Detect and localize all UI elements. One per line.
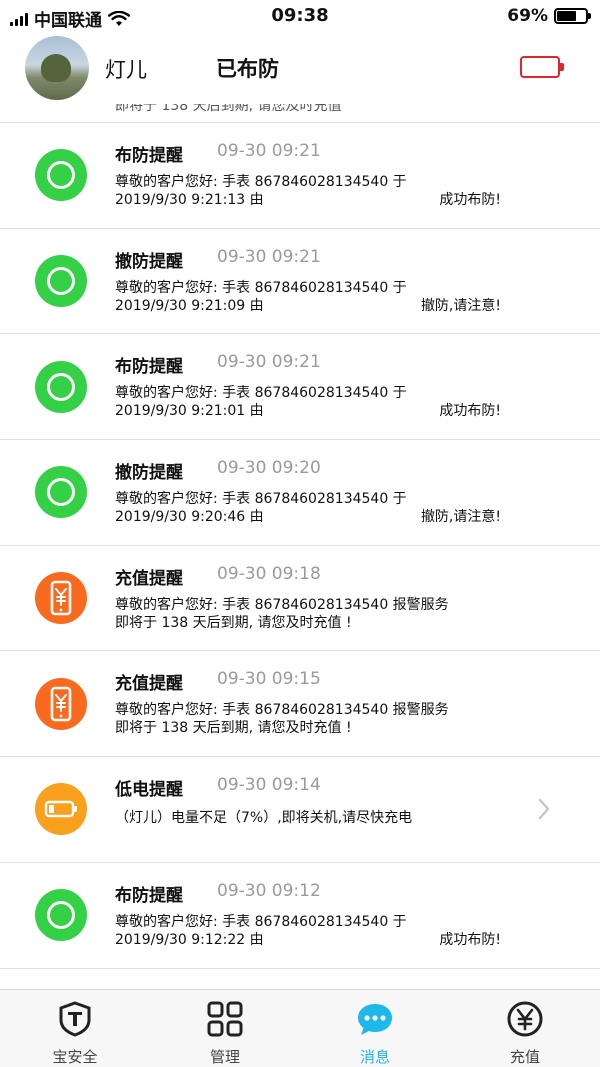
message-item-recharge[interactable]: 充值提醒 09-30 09:18 尊敬的客户您好: 手表 8678460281345… bbox=[0, 546, 600, 652]
message-body: （灯儿）电量不足（7%）,即将关机,请尽快充电 bbox=[115, 809, 515, 827]
message-title: 布防提醒 bbox=[115, 146, 183, 166]
tab-recharge[interactable]: 充值 bbox=[450, 990, 600, 1067]
check-circle-icon bbox=[35, 360, 87, 413]
list-item-partial: 即将于 138 天后到期, 请您及时充值 bbox=[0, 104, 600, 123]
message-line-2-end: 撤防,请注意! bbox=[420, 509, 501, 526]
tab-label: 管理 bbox=[209, 1048, 240, 1066]
message-line-2-end: 成功布防! bbox=[439, 403, 501, 420]
message-line-1: 尊敬的客户您好: 手表 867846028134540 于 bbox=[115, 174, 407, 190]
chevron-right-icon[interactable] bbox=[537, 797, 551, 821]
message-line-2: 即将于 138 天后到期, 请您及时充值 ! bbox=[115, 719, 515, 737]
message-line-2-end: 撤防,请注意! bbox=[420, 297, 501, 314]
message-line-2-end: 成功布防! bbox=[439, 931, 501, 948]
message-time: 09-30 09:18 bbox=[217, 563, 321, 584]
battery-low-icon bbox=[520, 56, 564, 78]
message-line-1: 尊敬的客户您好: 手表 867846028134540 于 bbox=[115, 491, 407, 508]
message-title: 充值提醒 bbox=[115, 674, 183, 695]
message-list[interactable]: 即将于 138 天后到期, 请您及时充值 布防提醒 09-30 09:21 尊敬的客… bbox=[0, 104, 600, 989]
message-line-2: 即将于 138 天后到期, 请您及时充值 ! bbox=[115, 614, 515, 632]
partial-item-text: 即将于 138 天后到期, 请您及时充值 bbox=[115, 104, 342, 114]
message-line-1: （灯儿）电量不足（7%）,即将关机,请尽快充电 bbox=[115, 810, 413, 827]
shield-icon bbox=[59, 1001, 91, 1037]
tab-manage[interactable]: 管理 bbox=[150, 990, 300, 1067]
message-line-2: 2019/9/30 9:21:13 由 成功布防! bbox=[115, 191, 515, 209]
message-item-arm[interactable]: 布防提醒 09-30 09:12 尊敬的客户您好: 手表 8678460281345… bbox=[0, 863, 600, 969]
message-item-disarm[interactable]: 撤防提醒09-30 09:12 bbox=[0, 969, 600, 990]
message-title: 布防提醒 bbox=[115, 885, 183, 906]
phone-yuan-icon bbox=[35, 677, 87, 730]
message-body: 尊敬的客户您好: 手表 867846028134540 于 2019/9/30 9… bbox=[115, 279, 515, 315]
message-title: 撤防提醒 bbox=[115, 463, 183, 484]
message-line-2: 2019/9/30 9:12:22 由 成功布防! bbox=[115, 931, 515, 949]
message-time: 09-30 09:15 bbox=[217, 669, 321, 690]
phone-yuan-icon bbox=[35, 572, 87, 625]
message-line-2-start: 2019/9/30 9:21:01 由 bbox=[115, 403, 264, 420]
status-bar-right: 69% bbox=[507, 6, 591, 26]
message-line-2-start: 2019/9/30 9:21:09 由 bbox=[115, 297, 264, 314]
message-body: 尊敬的客户您好: 手表 867846028134540 于 2019/9/30 9… bbox=[115, 913, 515, 949]
grid-icon bbox=[207, 1001, 243, 1037]
message-line-1: 尊敬的客户您好: 手表 867846028134540 于 bbox=[115, 913, 407, 930]
message-line-1: 尊敬的客户您好: 手表 867846028134540 于 bbox=[115, 385, 407, 402]
tab-label: 充值 bbox=[509, 1048, 540, 1066]
message-line-2-start: 即将于 138 天后到期, 请您及时充值 ! bbox=[115, 614, 352, 631]
message-time: 09-30 09:12 bbox=[217, 880, 321, 901]
message-line-2: 2019/9/30 9:20:46 由 撤防,请注意! bbox=[115, 508, 515, 526]
message-body: 尊敬的客户您好: 手表 867846028134540 于 2019/9/30 9… bbox=[115, 384, 515, 420]
status-bar: 中国联通 09:38 69% bbox=[0, 0, 600, 34]
tab-label: 宝安全 bbox=[52, 1048, 98, 1066]
tab-messages[interactable]: 消息 bbox=[300, 990, 450, 1067]
check-circle-icon bbox=[35, 889, 87, 942]
arm-status: 已布防 bbox=[216, 57, 279, 81]
message-title: 布防提醒 bbox=[115, 357, 183, 378]
message-line-2-start: 即将于 138 天后到期, 请您及时充值 ! bbox=[115, 720, 352, 737]
tab-label: 消息 bbox=[359, 1048, 390, 1066]
message-time: 09-30 09:21 bbox=[217, 141, 321, 161]
message-title: 撤防提醒 bbox=[115, 251, 183, 272]
check-circle-icon bbox=[35, 255, 87, 308]
message-line-2: 2019/9/30 9:21:01 由 成功布防! bbox=[115, 402, 515, 420]
message-item-arm[interactable]: 布防提醒 09-30 09:21 尊敬的客户您好: 手表 8678460281345… bbox=[0, 123, 600, 229]
message-body: 尊敬的客户您好: 手表 867846028134540 于 2019/9/30 9… bbox=[115, 173, 515, 209]
message-body: 尊敬的客户您好: 手表 867846028134540 报警服务 即将于 138 … bbox=[115, 701, 515, 737]
message-body: 尊敬的客户您好: 手表 867846028134540 于 2019/9/30 9… bbox=[115, 490, 515, 526]
message-item-disarm[interactable]: 撤防提醒 09-30 09:20 尊敬的客户您好: 手表 8678460281345… bbox=[0, 440, 600, 546]
message-title: 低电提醒 bbox=[115, 780, 183, 801]
message-body: 尊敬的客户您好: 手表 867846028134540 报警服务 即将于 138 … bbox=[115, 596, 515, 632]
message-time: 09-30 09:20 bbox=[217, 458, 321, 479]
message-item-arm[interactable]: 布防提醒 09-30 09:21 尊敬的客户您好: 手表 8678460281345… bbox=[0, 334, 600, 441]
tab-safety[interactable]: 宝安全 bbox=[0, 990, 150, 1067]
message-title: 充值提醒 bbox=[115, 568, 183, 589]
battery-fill bbox=[557, 11, 577, 21]
battery-low-icon bbox=[35, 783, 87, 836]
message-item-lowbattery[interactable]: 低电提醒 09-30 09:14 （灯儿）电量不足（7%）,即将关机,请尽快充电 bbox=[0, 757, 600, 863]
message-time: 09-30 09:21 bbox=[217, 246, 321, 267]
tab-bar: 宝安全 管理 消息 充值 bbox=[0, 989, 600, 1067]
message-line-2-start: 2019/9/30 9:21:13 由 bbox=[115, 192, 264, 208]
message-time: 09-30 09:14 bbox=[217, 775, 321, 796]
battery-percent: 69% bbox=[507, 6, 548, 26]
message-item-recharge[interactable]: 充值提醒 09-30 09:15 尊敬的客户您好: 手表 8678460281345… bbox=[0, 651, 600, 758]
app-header: 灯儿 已布防 bbox=[0, 34, 600, 104]
message-line-2: 2019/9/30 9:21:09 由 撤防,请注意! bbox=[115, 297, 515, 315]
message-item-disarm[interactable]: 撤防提醒 09-30 09:21 尊敬的客户您好: 手表 8678460281345… bbox=[0, 229, 600, 335]
message-line-2-start: 2019/9/30 9:20:46 由 bbox=[115, 509, 264, 526]
message-line-1: 尊敬的客户您好: 手表 867846028134540 报警服务 bbox=[115, 596, 449, 613]
avatar[interactable] bbox=[25, 36, 89, 100]
message-line-2-start: 2019/9/30 9:12:22 由 bbox=[115, 931, 264, 948]
message-line-2-end: 成功布防! bbox=[439, 192, 501, 208]
check-circle-icon bbox=[35, 149, 87, 202]
yuan-circle-icon bbox=[507, 1001, 543, 1037]
message-line-1: 尊敬的客户您好: 手表 867846028134540 报警服务 bbox=[115, 702, 449, 719]
device-name[interactable]: 灯儿 bbox=[105, 54, 147, 84]
message-line-1: 尊敬的客户您好: 手表 867846028134540 于 bbox=[115, 279, 407, 296]
check-circle-icon bbox=[35, 466, 87, 519]
chat-bubble-icon bbox=[358, 1004, 392, 1035]
message-time: 09-30 09:21 bbox=[217, 352, 321, 373]
battery-icon bbox=[554, 8, 591, 24]
